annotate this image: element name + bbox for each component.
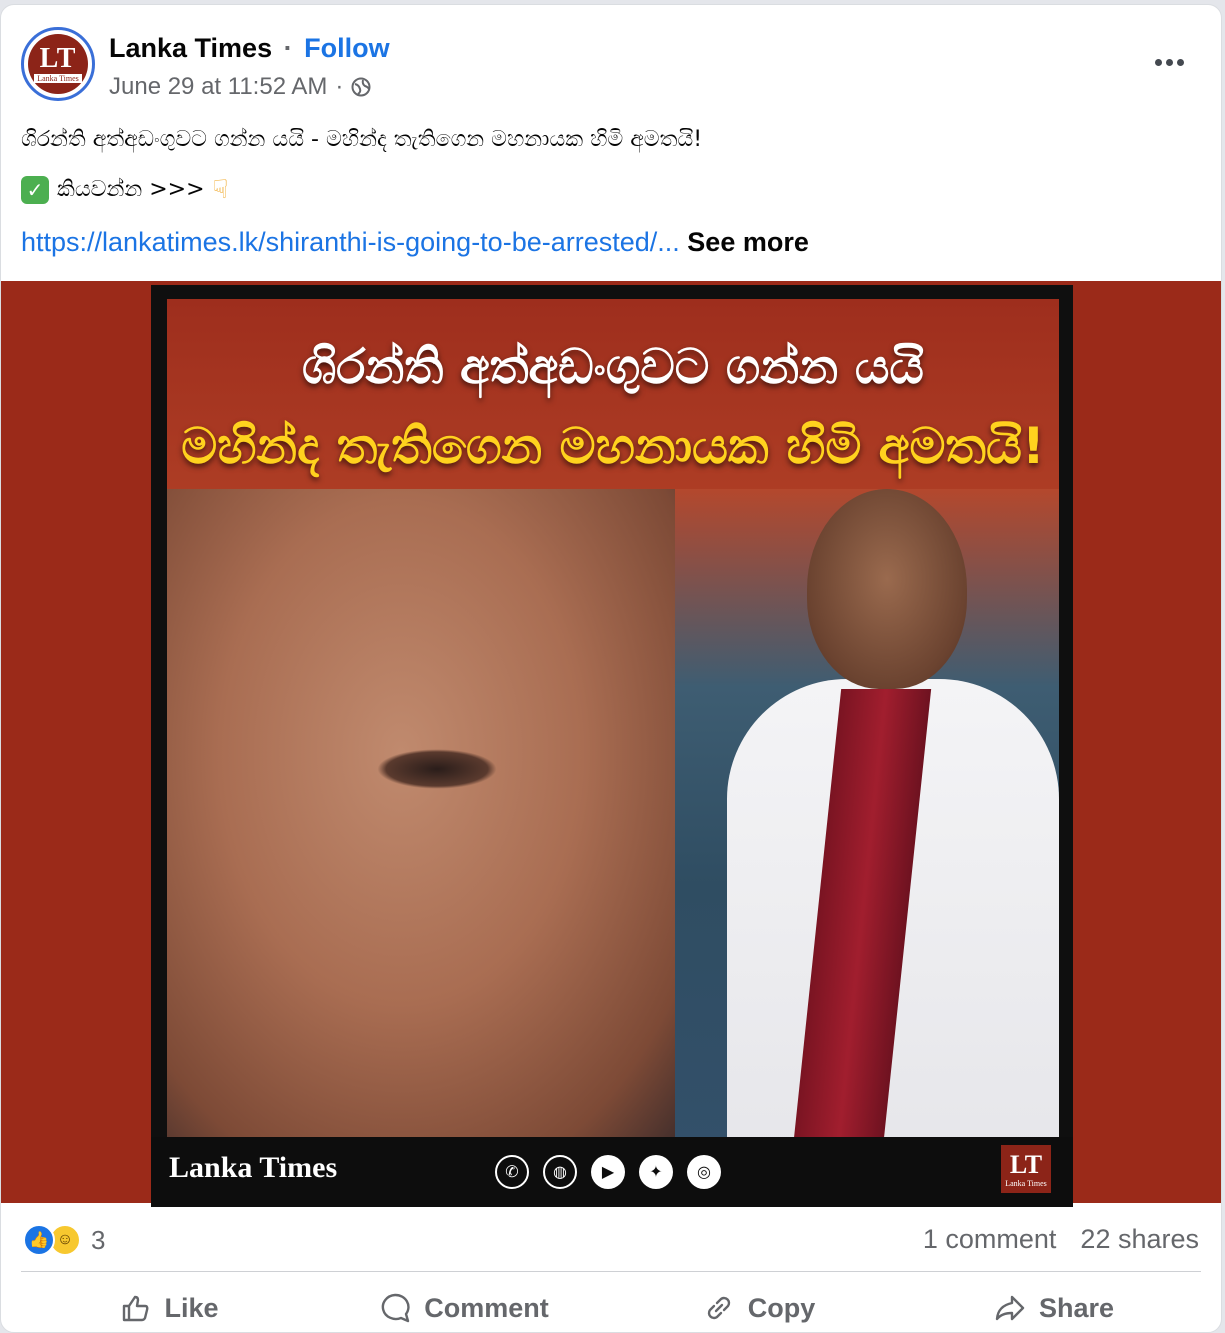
follow-button[interactable]: Follow — [304, 33, 389, 63]
news-poster: ශිරන්ති අත්අඩංගුවට ගන්න යයි මහින්ද තැතිග… — [151, 285, 1073, 1207]
poster-footer: Lanka Times ✆ ◍ ▶ ✦ ◎ LT Lanka Times — [151, 1137, 1073, 1207]
page-avatar[interactable]: LT Lanka Times — [21, 27, 95, 101]
whatsapp-icon: ✆ — [495, 1155, 529, 1189]
check-mark-icon: ✓ — [21, 176, 49, 204]
poster-headline-2: මහින්ද තැතිගෙන මහනායක හිමි අමතයි! — [181, 417, 1045, 475]
meta-separator: · — [335, 73, 344, 100]
poster-brand: Lanka Times — [169, 1151, 338, 1184]
dot-icon — [1165, 58, 1173, 66]
avatar-logo: LT Lanka Times — [28, 34, 88, 94]
engagement-stats: 1 comment 22 shares — [923, 1224, 1199, 1255]
share-button[interactable]: Share — [906, 1279, 1201, 1332]
avatar-sub: Lanka Times — [34, 74, 82, 83]
lt-logo-letters: LT — [1009, 1149, 1043, 1179]
copy-button[interactable]: Copy — [611, 1279, 906, 1332]
link-icon — [707, 1296, 730, 1320]
comment-label: Comment — [424, 1292, 549, 1323]
page-name-link[interactable]: Lanka Times — [109, 33, 272, 63]
page-name-row: Lanka Times · Follow — [109, 33, 390, 64]
globe-icon: ◍ — [543, 1155, 577, 1189]
post-meta: June 29 at 11:52 AM · — [109, 73, 371, 101]
post-card: LT Lanka Times Lanka Times · Follow June… — [0, 4, 1222, 1333]
divider — [21, 1271, 1201, 1272]
pointing-down-icon: ☟ — [212, 175, 229, 205]
comment-bubble-icon — [381, 1293, 410, 1323]
globe-icon[interactable] — [351, 77, 371, 97]
read-more-text: කියවන්න >>> — [57, 177, 205, 202]
separator: · — [283, 33, 293, 63]
instagram-icon: ◎ — [687, 1155, 721, 1189]
share-arrow-icon — [995, 1295, 1025, 1321]
like-button[interactable]: Like — [21, 1279, 316, 1332]
youtube-icon: ▶ — [591, 1155, 625, 1189]
action-bar: Like Comment Copy Share — [21, 1279, 1201, 1332]
lt-logo: LT Lanka Times — [1001, 1145, 1051, 1193]
twitter-icon: ✦ — [639, 1155, 673, 1189]
avatar-letters: LT — [39, 43, 77, 74]
share-label: Share — [1038, 1292, 1115, 1323]
share-count[interactable]: 22 shares — [1080, 1224, 1199, 1255]
post-image[interactable]: ශිරන්ති අත්අඩංගුවට ගන්න යයි මහින්ද තැතිග… — [1, 281, 1221, 1207]
woman-photo — [167, 489, 687, 1137]
dot-icon — [1154, 58, 1162, 66]
thumbs-up-icon — [123, 1295, 149, 1322]
lt-logo-sub: Lanka Times — [1005, 1178, 1047, 1188]
man-head-shape — [807, 489, 967, 689]
reactions-summary[interactable]: 👍 ☺ 3 — [23, 1220, 105, 1260]
social-icons: ✆ ◍ ▶ ✦ ◎ — [495, 1155, 721, 1189]
see-more-button[interactable]: See more — [687, 227, 809, 257]
copy-label: Copy — [747, 1292, 816, 1323]
dot-icon — [1176, 58, 1184, 66]
comment-button[interactable]: Comment — [316, 1279, 611, 1332]
article-link[interactable]: https://lankatimes.lk/shiranthi-is-going… — [21, 227, 680, 257]
post-timestamp[interactable]: June 29 at 11:52 AM — [109, 73, 327, 101]
eye-shape — [377, 749, 497, 789]
post-text: ශිරන්ති අත්අඩංගුවට ගන්න යයි - මහින්ද තැත… — [21, 123, 1201, 259]
more-options-button[interactable] — [1149, 47, 1189, 77]
reaction-count: 3 — [91, 1224, 106, 1255]
post-header: LT Lanka Times Lanka Times · Follow June… — [21, 27, 1201, 107]
post-text-line1: ශිරන්ති අත්අඩංගුවට ගන්න යයි - මහින්ද තැත… — [21, 127, 703, 152]
comment-count[interactable]: 1 comment — [923, 1224, 1057, 1255]
post-text-line3: https://lankatimes.lk/shiranthi-is-going… — [21, 225, 1201, 259]
like-reaction-icon: 👍 — [23, 1224, 55, 1256]
poster-headline-1: ශිරන්ති අත්අඩංගුවට ගන්න යයි — [302, 339, 924, 395]
poster-photo-area: ශිරන්ති අත්අඩංගුවට ගන්න යයි මහින්ද තැතිග… — [167, 299, 1059, 1137]
like-label: Like — [164, 1292, 219, 1323]
post-text-line2: ✓ කියවන්න >>> ☟ — [21, 173, 1201, 207]
